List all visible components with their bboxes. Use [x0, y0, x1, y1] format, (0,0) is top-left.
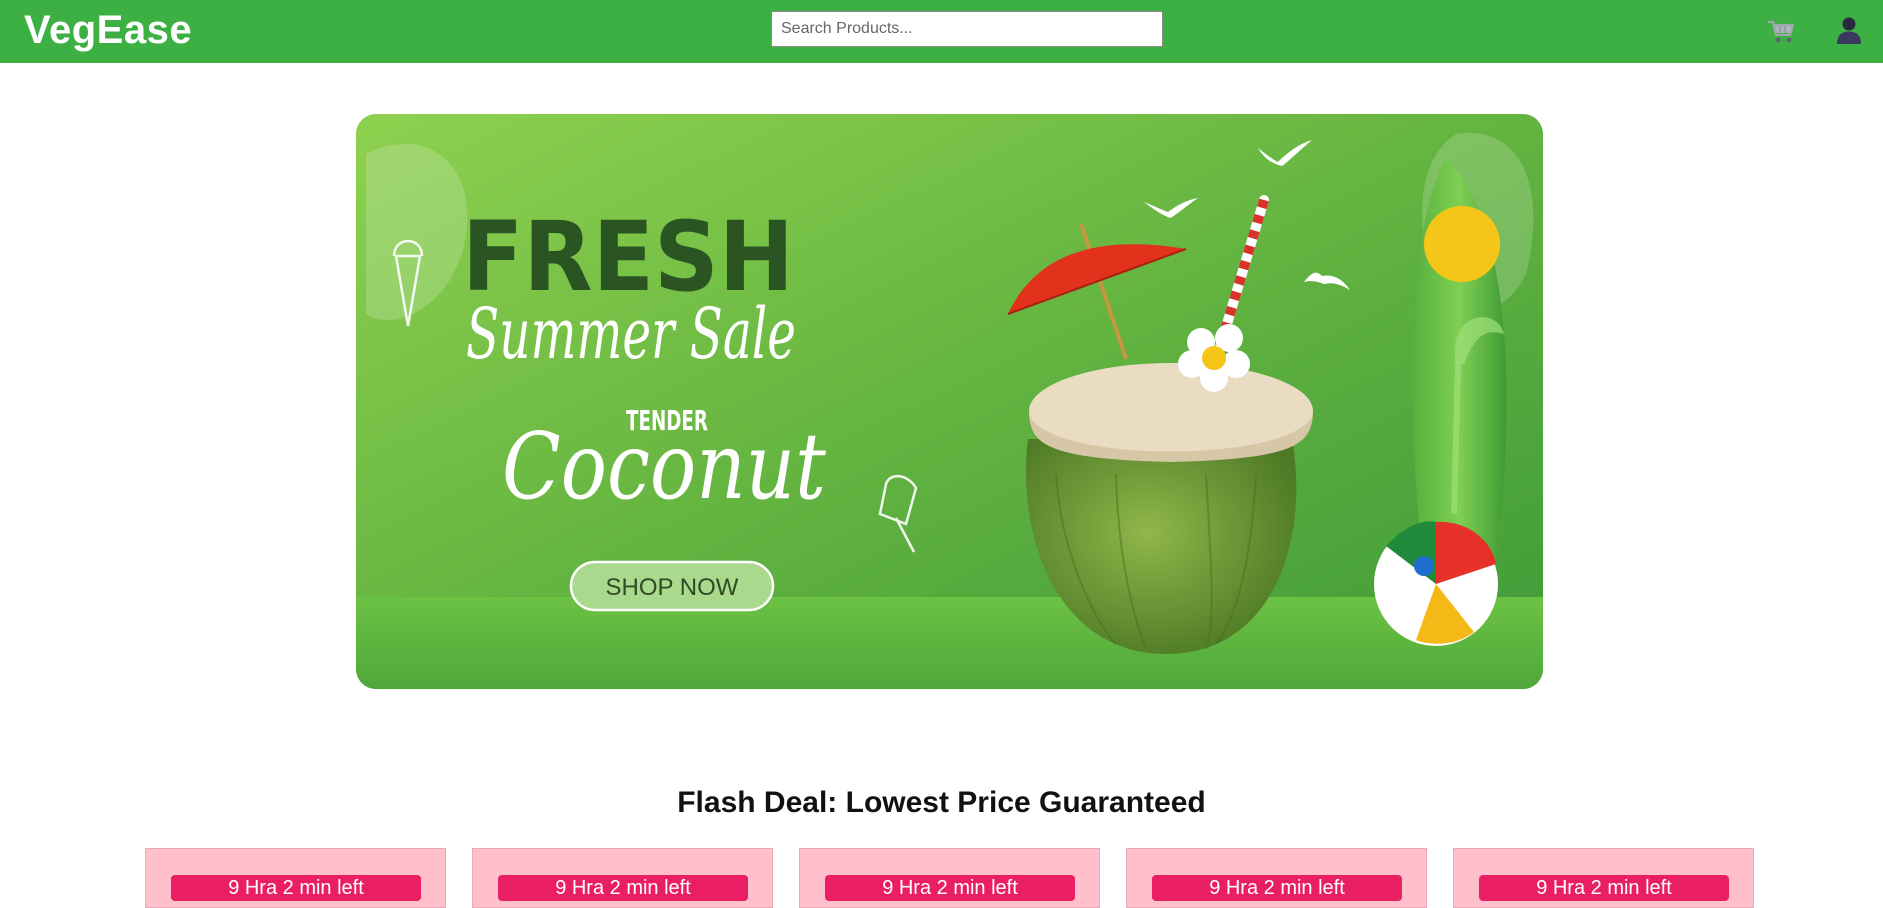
banner-subheadline: Summer Sale	[466, 293, 796, 375]
promo-banner[interactable]: FRESH Summer Sale TENDER Coconut SHOP NO…	[356, 114, 1543, 689]
deal-card[interactable]: 9 Hra 2 min left	[1453, 848, 1754, 908]
top-navbar: VegEase	[0, 0, 1883, 63]
deal-timer: 9 Hra 2 min left	[1152, 875, 1402, 901]
cart-icon[interactable]	[1766, 17, 1796, 45]
deal-timer: 9 Hra 2 min left	[825, 875, 1075, 901]
banner-artwork: FRESH Summer Sale TENDER Coconut SHOP NO…	[356, 114, 1543, 689]
deal-card[interactable]: 9 Hra 2 min left	[1126, 848, 1427, 908]
deal-card[interactable]: 9 Hra 2 min left	[145, 848, 446, 908]
shop-now-label: SHOP NOW	[606, 574, 739, 601]
site-logo[interactable]: VegEase	[24, 8, 192, 53]
banner-product: Coconut	[502, 413, 827, 520]
search-input[interactable]	[771, 11, 1163, 47]
beach-ball-image	[1374, 521, 1498, 646]
deal-card[interactable]: 9 Hra 2 min left	[799, 848, 1100, 908]
deal-card[interactable]: 9 Hra 2 min left	[472, 848, 773, 908]
surfboard-image	[1412, 159, 1507, 579]
user-icon[interactable]	[1836, 16, 1862, 44]
deal-timer: 9 Hra 2 min left	[498, 875, 748, 901]
flash-deal-title: Flash Deal: Lowest Price Guaranteed	[677, 786, 1206, 819]
flash-deal-list: 9 Hra 2 min left 9 Hra 2 min left 9 Hra …	[0, 848, 1883, 908]
deal-timer: 9 Hra 2 min left	[1479, 875, 1729, 901]
deal-timer: 9 Hra 2 min left	[171, 875, 421, 901]
